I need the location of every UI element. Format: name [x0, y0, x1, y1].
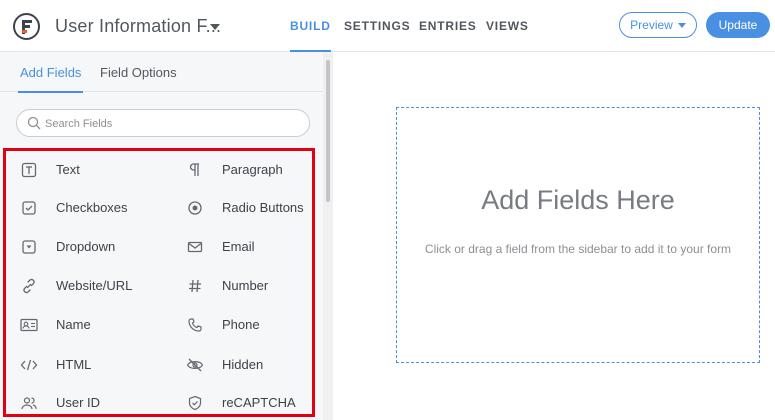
search-input[interactable] [45, 115, 300, 132]
field-text[interactable]: Text [20, 156, 170, 184]
field-html[interactable]: HTML [20, 351, 170, 379]
link-icon [20, 277, 38, 295]
drop-zone[interactable]: Add Fields Here Click or drag a field fr… [396, 107, 760, 363]
field-label: Dropdown [56, 239, 116, 254]
nav-entries[interactable]: ENTRIES [419, 0, 477, 52]
field-hidden[interactable]: Hidden [186, 351, 311, 379]
sidebar-tabs: Add Fields Field Options [0, 52, 323, 93]
field-label: Website/URL [56, 278, 133, 293]
form-title[interactable]: User Information F... [55, 16, 221, 37]
field-label: Radio Buttons [222, 200, 304, 215]
field-label: Email [222, 239, 255, 254]
field-checkboxes[interactable]: Checkboxes [20, 194, 170, 222]
field-label: Hidden [222, 357, 264, 372]
field-name[interactable]: Name [20, 311, 170, 339]
code-icon [20, 356, 38, 374]
eye-slash-icon [186, 356, 204, 374]
scroll-thumb[interactable] [326, 60, 330, 202]
preview-button[interactable]: Preview [619, 12, 697, 38]
dropdown-icon [20, 238, 38, 256]
field-list: Text Paragraph Checkboxes Radio Buttons [3, 148, 315, 417]
field-phone[interactable]: Phone [186, 311, 311, 339]
field-paragraph[interactable]: Paragraph [186, 156, 311, 184]
field-label: Number [222, 278, 269, 293]
field-label: Phone [222, 317, 260, 332]
field-label: reCAPTCHA [222, 395, 296, 410]
drop-zone-title: Add Fields Here [481, 185, 675, 215]
field-email[interactable]: Email [186, 233, 311, 261]
radio-button-icon [186, 199, 204, 217]
search-icon [27, 116, 41, 130]
field-website-url[interactable]: Website/URL [20, 272, 170, 300]
field-label: User ID [56, 395, 101, 410]
formidable-logo-icon[interactable] [13, 13, 40, 40]
tab-add-fields[interactable]: Add Fields [17, 65, 84, 93]
field-recaptcha[interactable]: reCAPTCHA [186, 389, 311, 417]
email-icon [186, 238, 204, 256]
fields-sidebar: Add Fields Field Options Text Paragraph [0, 52, 333, 420]
field-label: Checkboxes [56, 200, 128, 215]
field-label: Paragraph [222, 162, 283, 177]
nav-settings[interactable]: SETTINGS [344, 0, 410, 52]
form-canvas: Add Fields Here Click or drag a field fr… [333, 52, 775, 420]
field-number[interactable]: Number [186, 272, 311, 300]
field-label: HTML [56, 357, 92, 372]
paragraph-icon [186, 161, 204, 179]
nav-views[interactable]: VIEWS [486, 0, 529, 52]
drop-zone-hint: Click or drag a field from the sidebar t… [424, 242, 732, 256]
field-label: Text [56, 162, 80, 177]
tab-field-options[interactable]: Field Options [100, 65, 177, 80]
users-icon [20, 394, 38, 412]
chevron-down-icon [677, 22, 686, 28]
top-bar: User Information F... BUILD SETTINGS ENT… [0, 0, 775, 52]
update-button[interactable]: Update [706, 12, 770, 38]
id-card-icon [20, 316, 38, 334]
field-label: Name [56, 317, 91, 332]
phone-icon [186, 316, 204, 334]
sidebar-scrollbar[interactable] [323, 52, 333, 420]
field-user-id[interactable]: User ID [20, 389, 170, 417]
nav-build[interactable]: BUILD [290, 0, 331, 52]
field-dropdown[interactable]: Dropdown [20, 233, 170, 261]
field-radio-buttons[interactable]: Radio Buttons [186, 194, 311, 222]
shield-check-icon [186, 394, 204, 412]
search-box [16, 109, 310, 137]
checkbox-icon [20, 199, 38, 217]
hash-icon [186, 277, 204, 295]
preview-label: Preview [630, 18, 673, 32]
chevron-down-icon[interactable] [210, 24, 220, 30]
text-field-icon [20, 161, 38, 179]
